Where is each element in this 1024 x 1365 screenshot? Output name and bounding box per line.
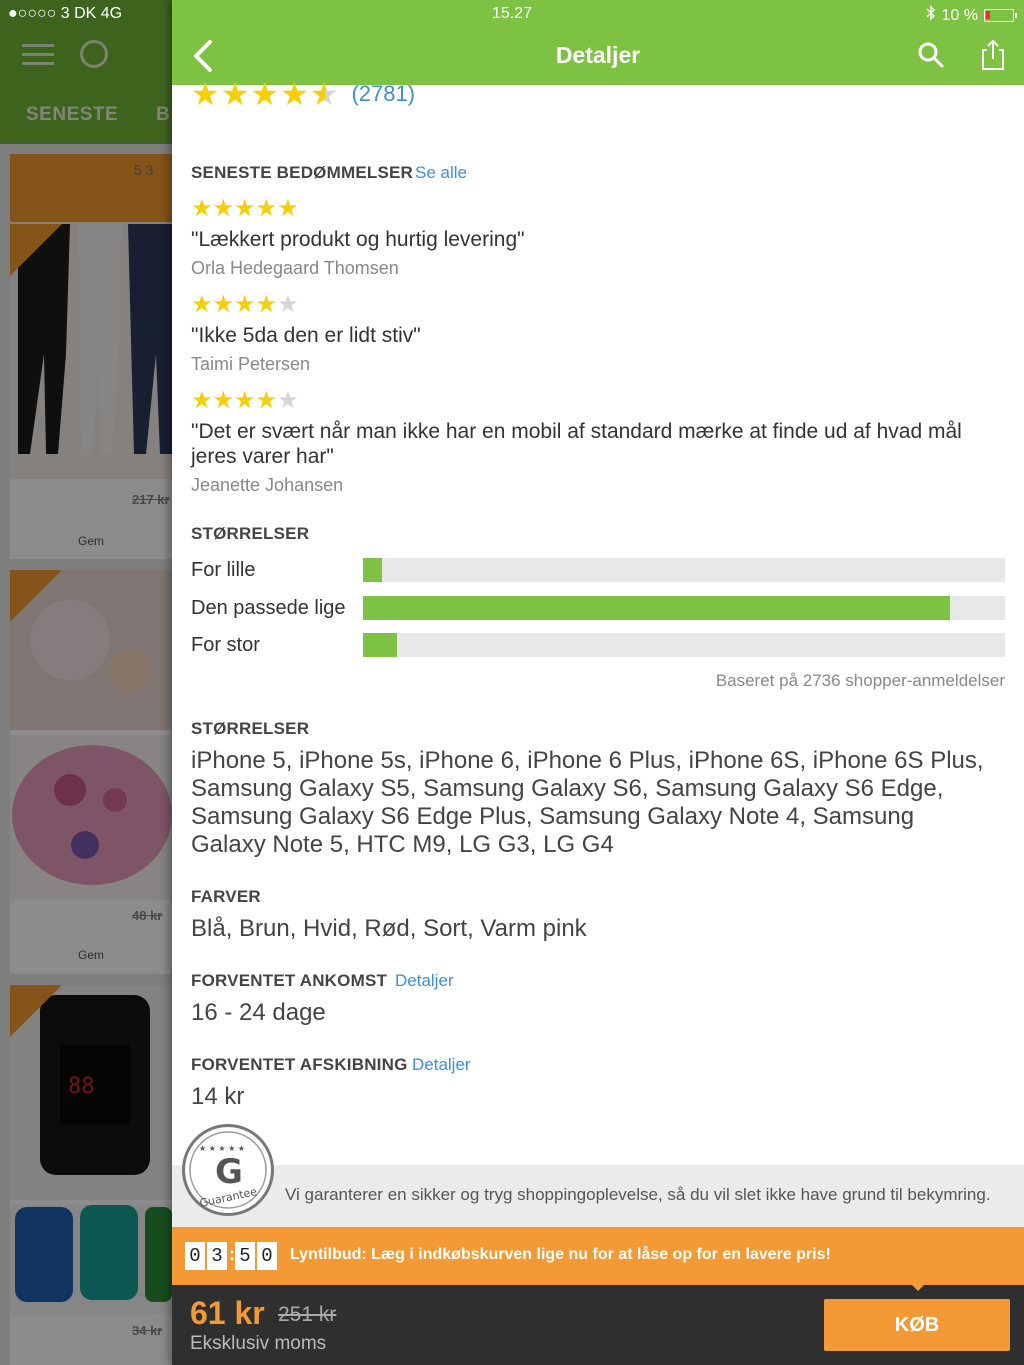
guarantee-banner: Vi garanterer en sikker og tryg shopping…	[172, 1165, 1024, 1227]
overall-rating-stars: ★★★★★	[191, 78, 339, 110]
star-icon: ★	[234, 291, 256, 318]
price-note: Eksklusiv moms	[190, 1333, 327, 1354]
page-title: Detaljer	[555, 42, 641, 68]
size-feedback-label: Den passede lige	[191, 597, 346, 619]
battery-icon	[984, 9, 1017, 22]
guarantee-seal-letter: G	[215, 1152, 243, 1192]
original-price: 251 kr	[278, 1303, 337, 1326]
arrival-details-link[interactable]: Detaljer	[395, 971, 454, 991]
status-carrier: ●○○○○ 3 DK 4G	[8, 5, 123, 22]
search-icon	[918, 42, 944, 68]
shipping-value: 14 kr	[191, 1083, 245, 1110]
rating-count[interactable]: (2781)	[351, 81, 415, 107]
review-text: "Ikke 5da den er lidt stiv"	[191, 324, 421, 347]
review-author: Jeanette Johansen	[191, 475, 344, 495]
review-text: "Lækkert produkt og hurtig levering"	[191, 228, 525, 251]
size-feedback-label: For stor	[191, 634, 260, 656]
share-icon	[982, 39, 1004, 70]
size-feedback-bar-fill	[363, 558, 383, 582]
review-author: Taimi Petersen	[191, 354, 311, 374]
size-feedback-bar	[363, 633, 1005, 657]
shipping-heading: FORVENTET AFSKIBNING	[191, 1055, 408, 1074]
review-text: "Det er svært når man ikke har en mobil …	[191, 420, 962, 468]
size-feedback-bar	[363, 558, 1005, 582]
guarantee-text: Vi garanterer en sikker og tryg shopping…	[285, 1185, 991, 1204]
buy-button[interactable]: KØB	[824, 1299, 1010, 1351]
bluetooth-icon	[926, 5, 936, 26]
colors-heading: FARVER	[191, 887, 261, 906]
size-feedback-label: For lille	[191, 559, 256, 581]
status-right-group: 10 %	[926, 5, 1017, 26]
star-icon: ★	[255, 195, 278, 222]
flash-sale-text: Lyntilbud: Læg i indkøbskurven lige nu f…	[290, 1246, 831, 1263]
size-feedback-note: Baseret på 2736 shopper-anmeldelser	[715, 671, 1005, 690]
battery-percent: 10 %	[941, 6, 978, 24]
sizes-list: iPhone 5, iPhone 5s, iPhone 6, iPhone 6 …	[191, 747, 984, 858]
review-stars: ★★★★★	[191, 293, 299, 317]
colors-list: Blå, Brun, Hvid, Rød, Sort, Varm pink	[191, 915, 587, 942]
countdown-digit: 0	[257, 1242, 277, 1270]
star-icon: ★	[212, 195, 235, 222]
star-icon: ★	[220, 76, 250, 112]
search-button[interactable]	[916, 40, 946, 70]
star-icon: ★	[234, 195, 256, 222]
background-app: SENESTE B 5 3 217 kr Gem 48 kr Gem 88 34…	[0, 0, 172, 1365]
overall-rating[interactable]: ★★★★★ (2781)	[191, 78, 415, 110]
flash-sale-banner[interactable]: 0 3 : 5 0 Lyntilbud: Læg i indkøbskurven…	[172, 1227, 1024, 1291]
size-feedback-bar-fill	[363, 596, 951, 620]
star-icon: ★	[255, 291, 278, 318]
star-icon: ★	[250, 76, 280, 112]
star-icon: ★	[191, 291, 213, 318]
status-time: 15.27	[492, 5, 533, 22]
star-icon: ★	[191, 387, 213, 414]
star-icon: ★	[277, 387, 299, 414]
sizes-heading: STØRRELSER	[191, 719, 310, 738]
flash-sale-pointer	[910, 1283, 926, 1291]
star-icon: ★	[309, 76, 339, 112]
background-dim-overlay[interactable]	[0, 0, 172, 1365]
star-icon: ★	[280, 76, 309, 112]
guarantee-seal-graphic: ★ ★ ★ ★ ★ G Guarantee	[189, 1131, 267, 1210]
guarantee-seal-icon: ★ ★ ★ ★ ★ G Guarantee	[182, 1124, 274, 1216]
star-icon: ★	[212, 387, 235, 414]
star-icon: ★	[255, 387, 278, 414]
size-feedback-heading: STØRRELSER	[191, 524, 310, 543]
review-stars: ★★★★★	[191, 197, 299, 221]
share-button[interactable]	[978, 38, 1008, 72]
top-app-bar: Detaljer	[172, 0, 1024, 85]
star-icon: ★	[277, 291, 299, 318]
star-icon: ★	[212, 291, 235, 318]
arrival-value: 16 - 24 dage	[191, 999, 326, 1026]
size-feedback-bar	[363, 596, 1005, 620]
see-all-reviews-link[interactable]: Se alle	[415, 163, 467, 183]
arrival-heading: FORVENTET ANKOMST	[191, 971, 388, 990]
countdown-digit: 0	[185, 1242, 205, 1270]
star-icon: ★	[234, 387, 256, 414]
purchase-bar: 61 kr 251 kr Eksklusiv moms KØB	[172, 1285, 1024, 1365]
star-icon: ★	[191, 195, 213, 222]
countdown-digit: 3	[207, 1242, 227, 1270]
review-author: Orla Hedegaard Thomsen	[191, 258, 399, 278]
review-stars: ★★★★★	[191, 389, 299, 413]
countdown-digit: 5	[235, 1242, 255, 1270]
reviews-heading: SENESTE BEDØMMELSER	[191, 163, 413, 182]
detail-panel: Detaljer ★★★★★ (2781) SENESTE BEDØMMELSE…	[172, 0, 1024, 1365]
current-price: 61 kr	[190, 1295, 265, 1331]
star-icon: ★	[191, 76, 220, 112]
star-icon: ★	[277, 195, 299, 222]
size-feedback-bar-fill	[363, 633, 398, 657]
shipping-details-link[interactable]: Detaljer	[412, 1055, 471, 1075]
